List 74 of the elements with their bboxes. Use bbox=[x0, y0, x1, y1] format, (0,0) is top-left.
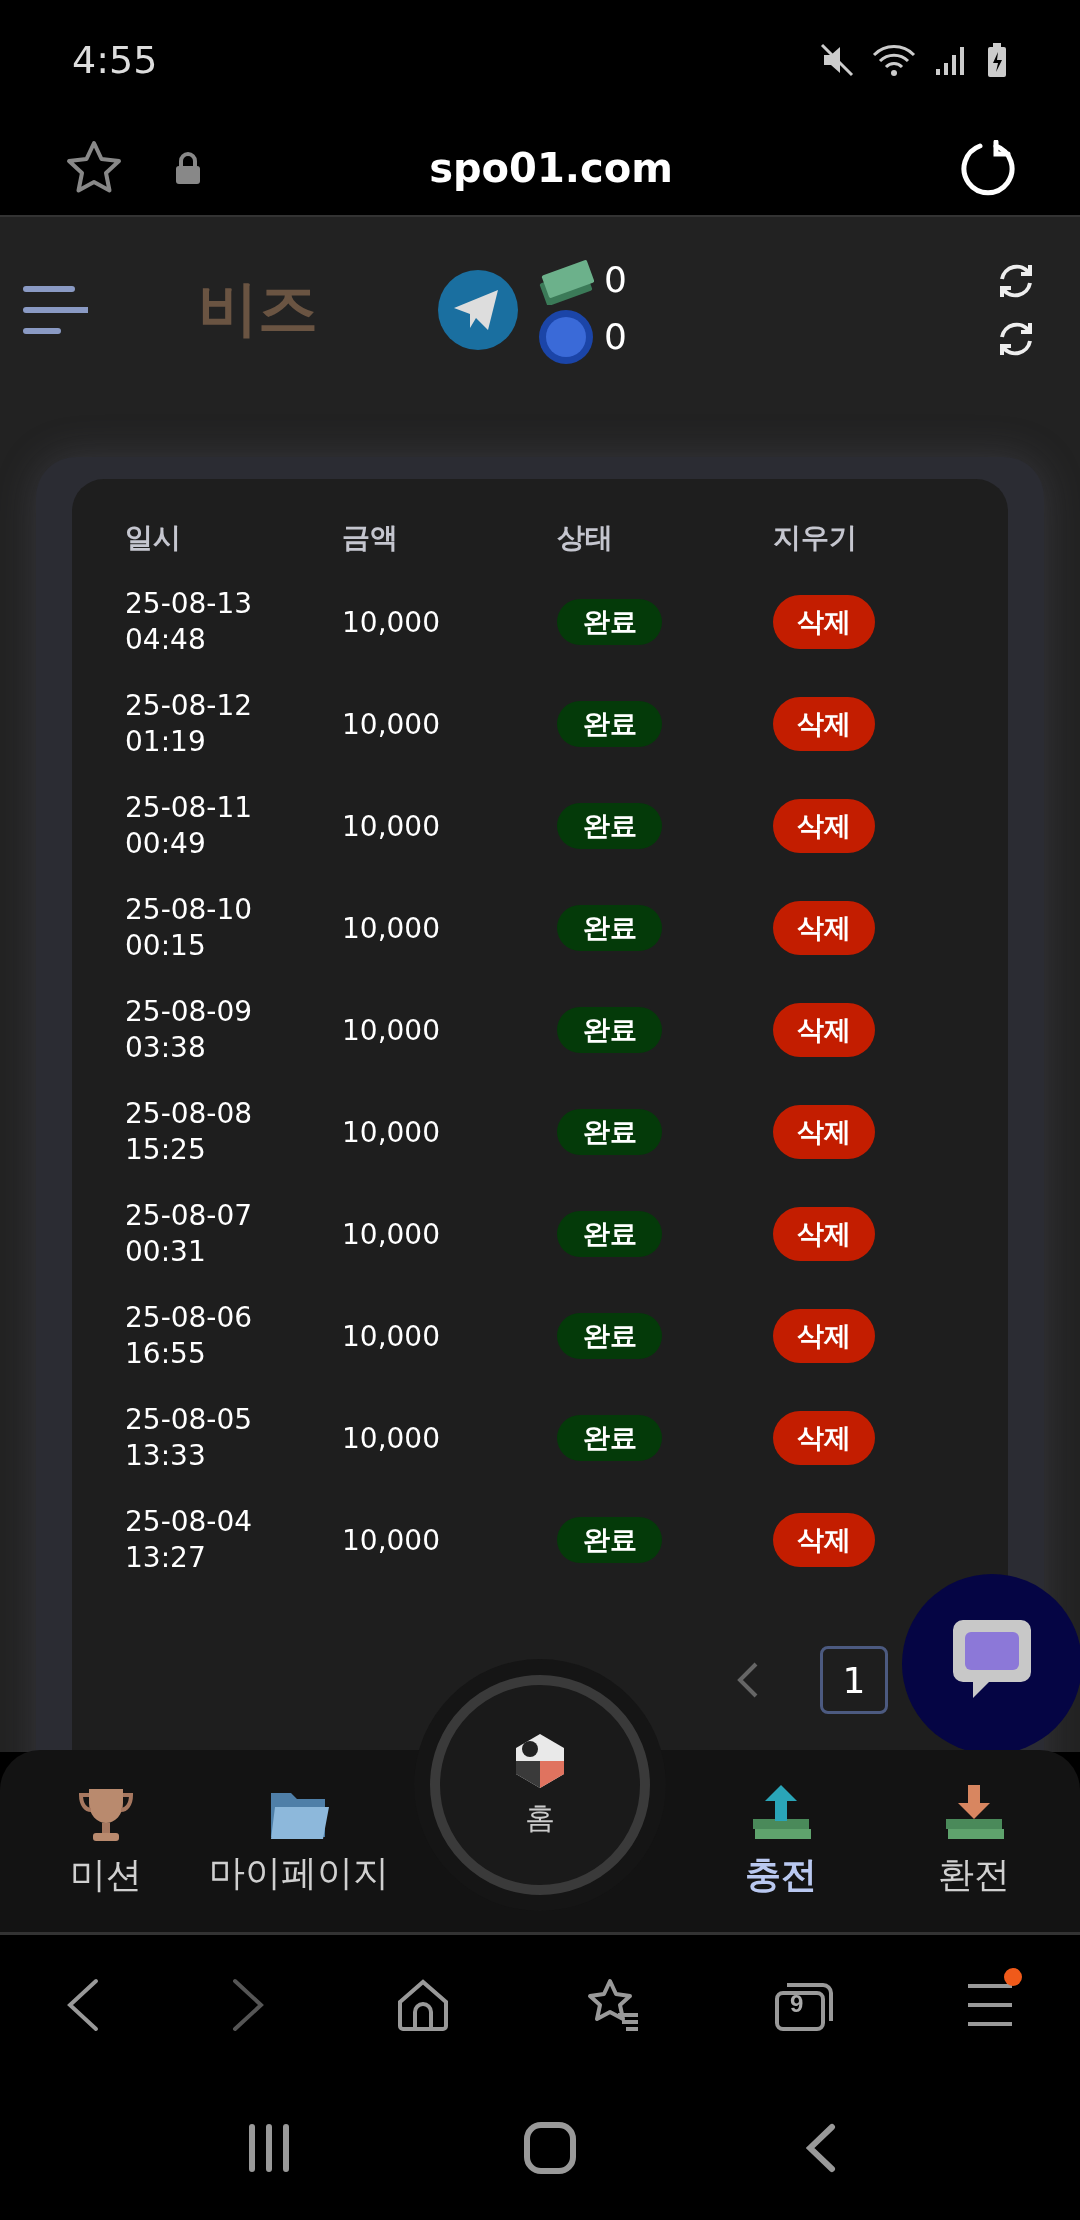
status-badge: 완료 bbox=[557, 1211, 662, 1257]
tabs-button[interactable]: 9 bbox=[772, 1977, 835, 2033]
delete-button[interactable]: 삭제 bbox=[773, 1105, 875, 1159]
forward-icon bbox=[231, 1977, 265, 2033]
hexagon-logo-icon bbox=[513, 1731, 567, 1790]
amount-cell-text: 10,000 bbox=[342, 1319, 441, 1353]
home-square-icon[interactable] bbox=[523, 2120, 577, 2175]
column-header: 금액 bbox=[342, 520, 399, 556]
date-cell-text: 25-08-05 13:33 bbox=[125, 1402, 254, 1474]
delete-button[interactable]: 삭제 bbox=[773, 1513, 875, 1567]
status-badge: 완료 bbox=[557, 803, 662, 849]
wifi-icon bbox=[872, 43, 916, 77]
delete-button[interactable]: 삭제 bbox=[773, 1207, 875, 1261]
page-button[interactable]: 1 bbox=[820, 1646, 888, 1714]
nav-tab[interactable]: 마이페이지 bbox=[208, 1784, 389, 1898]
back-icon[interactable] bbox=[805, 2122, 836, 2173]
home-nav-button[interactable] bbox=[396, 1978, 451, 2032]
balance-value: 0 bbox=[604, 316, 627, 357]
chevron-left-icon[interactable] bbox=[736, 1660, 760, 1700]
reload-icon[interactable] bbox=[960, 139, 1016, 196]
status-badge: 완료 bbox=[557, 701, 662, 747]
amount-cell-text: 10,000 bbox=[342, 809, 441, 843]
amount-cell-text: 10,000 bbox=[342, 1013, 441, 1047]
date-cell-text: 25-08-13 04:48 bbox=[125, 586, 254, 658]
tab-count: 9 bbox=[789, 1990, 804, 2018]
amount-cell-text: 10,000 bbox=[342, 1217, 441, 1251]
status-badge: 완료 bbox=[557, 1007, 662, 1053]
status-badge: 완료 bbox=[557, 1415, 662, 1461]
amount-cell-text: 10,000 bbox=[342, 707, 441, 741]
date-cell-text: 25-08-06 16:55 bbox=[125, 1300, 254, 1372]
date-cell-text: 25-08-11 00:49 bbox=[125, 790, 254, 862]
nav-tab[interactable]: 미션 bbox=[70, 1782, 143, 1900]
column-header: 일시 bbox=[125, 520, 182, 556]
nav-tab[interactable]: 충전 bbox=[745, 1782, 818, 1900]
date-cell-text: 25-08-10 00:15 bbox=[125, 892, 254, 964]
delete-button[interactable]: 삭제 bbox=[773, 1309, 875, 1363]
menu-icon bbox=[966, 1982, 1015, 2028]
url-text[interactable]: spo01.com bbox=[252, 144, 850, 191]
status-time: 4:55 bbox=[72, 38, 158, 82]
delete-button[interactable]: 삭제 bbox=[773, 1411, 875, 1465]
amount-cell-text: 10,000 bbox=[342, 605, 441, 639]
amount-cell-text: 10,000 bbox=[342, 1421, 441, 1455]
delete-button[interactable]: 삭제 bbox=[773, 595, 875, 649]
date-cell-text: 25-08-09 03:38 bbox=[125, 994, 254, 1066]
amount-cell-text: 10,000 bbox=[342, 1115, 441, 1149]
forward-button[interactable] bbox=[231, 1977, 265, 2033]
status-badge: 완료 bbox=[557, 599, 662, 645]
column-header: 지우기 bbox=[773, 520, 858, 556]
status-badge: 완료 bbox=[557, 1109, 662, 1155]
back-icon bbox=[65, 1977, 100, 2033]
date-cell-text: 25-08-07 00:31 bbox=[125, 1198, 254, 1270]
date-cell-text: 25-08-04 13:27 bbox=[125, 1504, 254, 1576]
delete-button[interactable]: 삭제 bbox=[773, 799, 875, 853]
delete-button[interactable]: 삭제 bbox=[773, 697, 875, 751]
delete-button[interactable]: 삭제 bbox=[773, 1003, 875, 1057]
home-icon bbox=[396, 1978, 451, 2032]
mute-icon bbox=[820, 43, 854, 77]
telegram-icon[interactable] bbox=[438, 269, 518, 350]
status-badge: 완료 bbox=[557, 905, 662, 951]
delete-button[interactable]: 삭제 bbox=[773, 901, 875, 955]
browser-menu-button[interactable] bbox=[966, 1982, 1015, 2028]
amount-cell-text: 10,000 bbox=[342, 1523, 441, 1557]
battery-icon bbox=[986, 42, 1008, 78]
date-cell-text: 25-08-12 01:19 bbox=[125, 688, 254, 760]
amount-cell-text: 10,000 bbox=[342, 911, 441, 945]
coin-icon bbox=[538, 308, 594, 365]
column-header: 상태 bbox=[557, 520, 614, 556]
back-button[interactable] bbox=[65, 1977, 100, 2033]
status-badge: 완료 bbox=[557, 1313, 662, 1359]
status-badge: 완료 bbox=[557, 1517, 662, 1563]
lock-icon bbox=[174, 150, 202, 185]
balance-value: 0 bbox=[604, 259, 627, 300]
nav-tab[interactable]: 환전 bbox=[937, 1782, 1010, 1900]
date-cell-text: 25-08-08 15:25 bbox=[125, 1096, 254, 1168]
